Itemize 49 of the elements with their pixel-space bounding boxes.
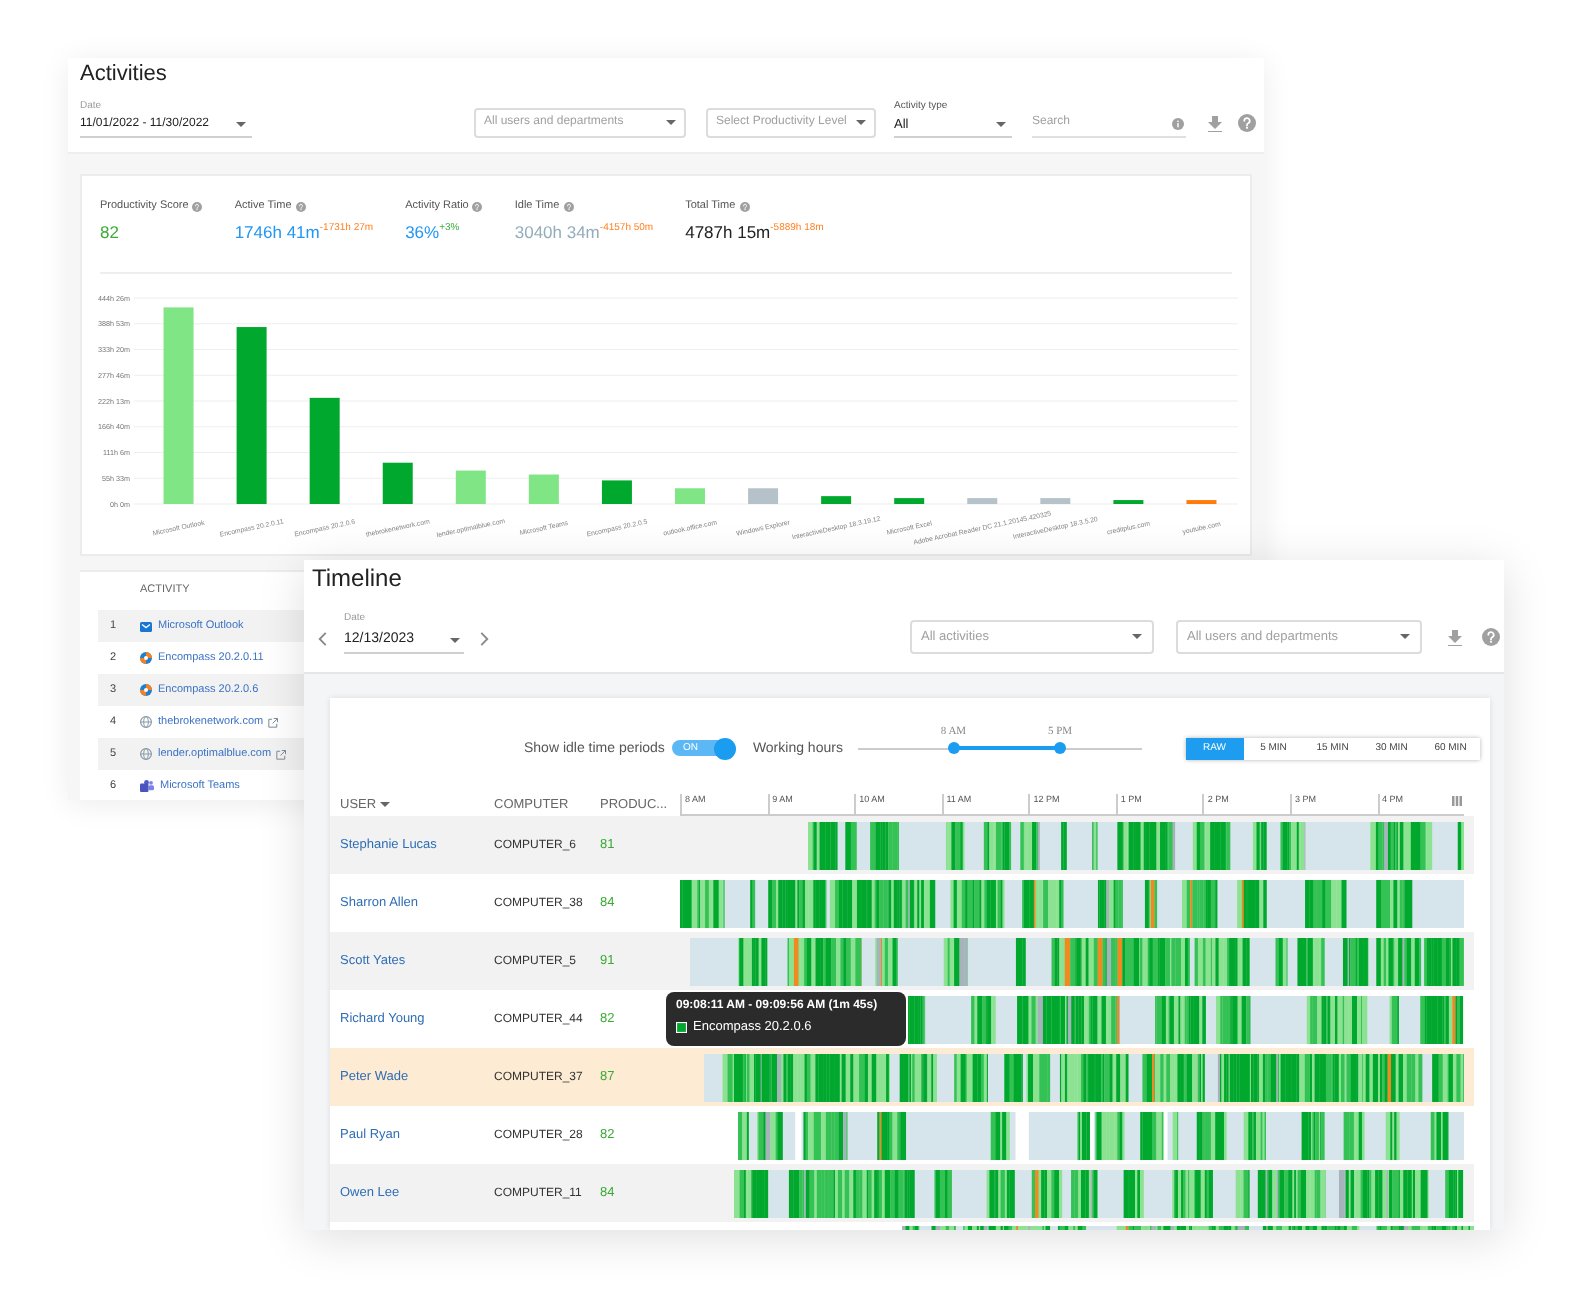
chart-bar <box>601 480 632 504</box>
slider-thumb[interactable] <box>947 742 960 754</box>
columns-icon[interactable] <box>1452 796 1463 806</box>
caret-icon <box>1399 634 1409 640</box>
help-icon[interactable] <box>295 202 306 212</box>
chart-bar <box>675 488 705 504</box>
chart-bar <box>1040 498 1071 504</box>
stat-value: 82 <box>100 222 119 242</box>
chevron-right-icon[interactable] <box>480 632 489 646</box>
pinwheel-icon <box>140 684 152 696</box>
download-icon[interactable] <box>1447 629 1461 646</box>
chart-bar <box>309 397 340 504</box>
chart-bar <box>382 462 413 504</box>
help-icon[interactable] <box>563 202 574 212</box>
chart-bar <box>967 498 998 504</box>
download-icon[interactable] <box>1208 115 1222 132</box>
external-link-icon[interactable] <box>267 717 278 727</box>
chart-bar <box>748 488 779 504</box>
window-title: Timeline <box>312 564 402 592</box>
chart-bar <box>528 474 559 504</box>
caret-icon <box>666 120 676 126</box>
stat-value: 1746h 41m <box>234 222 320 242</box>
globe-icon <box>140 748 152 760</box>
info-icon[interactable] <box>1172 117 1184 129</box>
slider-thumb[interactable] <box>1053 742 1066 754</box>
chevron-left-icon[interactable] <box>318 632 327 646</box>
caret-icon <box>996 122 1006 128</box>
help-icon[interactable] <box>472 202 483 212</box>
caret-icon <box>236 122 246 128</box>
help-icon[interactable] <box>739 202 750 212</box>
external-link-icon[interactable] <box>275 749 286 759</box>
help-icon[interactable] <box>1481 628 1499 646</box>
chart-bar <box>455 470 486 504</box>
caret-icon <box>856 120 866 126</box>
window-title: Activities <box>80 60 167 90</box>
help-icon[interactable] <box>1238 114 1256 132</box>
stat-value: 4787h 15m <box>685 222 771 242</box>
help-icon[interactable] <box>192 202 203 212</box>
chart-bar <box>821 496 852 504</box>
chart-bar <box>894 498 925 504</box>
people-icon <box>140 780 154 792</box>
stat-value: 3040h 34m <box>514 222 600 242</box>
caret-icon <box>1131 634 1141 640</box>
stat-value: 36% <box>405 222 440 242</box>
caret-icon <box>450 638 460 644</box>
color-swatch-icon <box>676 1022 687 1034</box>
pinwheel-icon <box>140 652 152 664</box>
globe-icon <box>140 716 152 728</box>
envelope-icon <box>140 621 152 631</box>
